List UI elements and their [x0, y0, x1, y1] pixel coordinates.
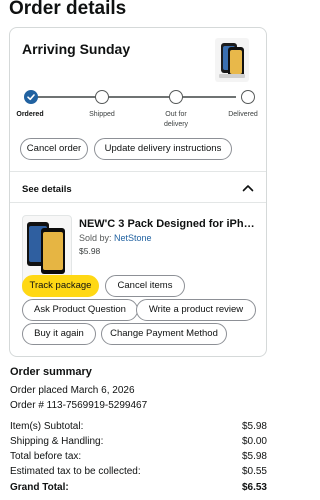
summary-row-value: $6.53: [241, 482, 267, 493]
sold-by-label: Sold by:: [79, 233, 115, 243]
step-label-out-for-delivery: Out for delivery: [163, 111, 189, 128]
shipment-progress-line: [32, 96, 236, 98]
track-package-button[interactable]: Track package: [22, 275, 99, 297]
summary-row-shipping: Shipping & Handling: $0.00: [10, 436, 267, 450]
cancel-order-button[interactable]: Cancel order: [20, 138, 88, 160]
change-payment-method-button[interactable]: Change Payment Method: [101, 323, 227, 345]
summary-row-value: $5.98: [241, 451, 267, 462]
write-product-review-button[interactable]: Write a product review: [136, 299, 256, 321]
step-out-for-delivery-dot: [169, 90, 183, 104]
summary-row-subtotal: Item(s) Subtotal: $5.98: [10, 421, 267, 435]
order-number: Order # 113-7569919-5299467: [10, 400, 148, 411]
summary-row-grand-total: Grand Total: $6.53: [10, 482, 267, 496]
chevron-up-icon[interactable]: [242, 183, 254, 193]
step-label-shipped: Shipped: [89, 111, 115, 118]
step-ordered-check-icon: [24, 90, 38, 104]
step-label-ordered: Ordered: [16, 111, 44, 118]
step-label-delivered: Delivered: [228, 111, 258, 118]
cancel-items-button[interactable]: Cancel items: [105, 275, 185, 297]
order-summary-title: Order summary: [10, 366, 92, 378]
item-title[interactable]: NEW'C 3 Pack Designed for iPho...: [79, 217, 259, 231]
page-title: Order details: [9, 0, 127, 19]
seller-link[interactable]: NetStone: [114, 233, 152, 243]
step-delivered-dot: [241, 90, 255, 104]
summary-row-value: $5.98: [241, 421, 267, 432]
divider: [10, 171, 266, 172]
ask-product-question-button[interactable]: Ask Product Question: [22, 299, 138, 321]
product-thumbnail[interactable]: [215, 38, 249, 82]
summary-row-estimated-tax: Estimated tax to be collected: $0.55: [10, 466, 267, 480]
summary-row-value: $0.00: [241, 436, 267, 447]
sold-by: Sold by: NetStone: [79, 233, 152, 243]
update-delivery-instructions-button[interactable]: Update delivery instructions: [94, 138, 232, 160]
summary-row-label: Grand Total:: [10, 482, 69, 493]
buy-it-again-button[interactable]: Buy it again: [22, 323, 96, 345]
summary-row-label: Estimated tax to be collected:: [10, 466, 141, 477]
summary-row-total-before-tax: Total before tax: $5.98: [10, 451, 267, 465]
divider: [10, 202, 266, 203]
see-details-toggle[interactable]: See details: [22, 184, 72, 195]
summary-row-label: Total before tax:: [10, 451, 82, 462]
summary-row-label: Item(s) Subtotal:: [10, 421, 84, 432]
order-card: Arriving Sunday Ordered Shipped Out for …: [9, 27, 267, 357]
step-shipped-dot: [95, 90, 109, 104]
summary-row-label: Shipping & Handling:: [10, 436, 104, 447]
summary-row-value: $0.55: [241, 466, 267, 477]
arriving-status: Arriving Sunday: [22, 41, 131, 57]
item-price: $5.98: [79, 246, 101, 256]
order-placed-date: Order placed March 6, 2026: [10, 385, 135, 396]
